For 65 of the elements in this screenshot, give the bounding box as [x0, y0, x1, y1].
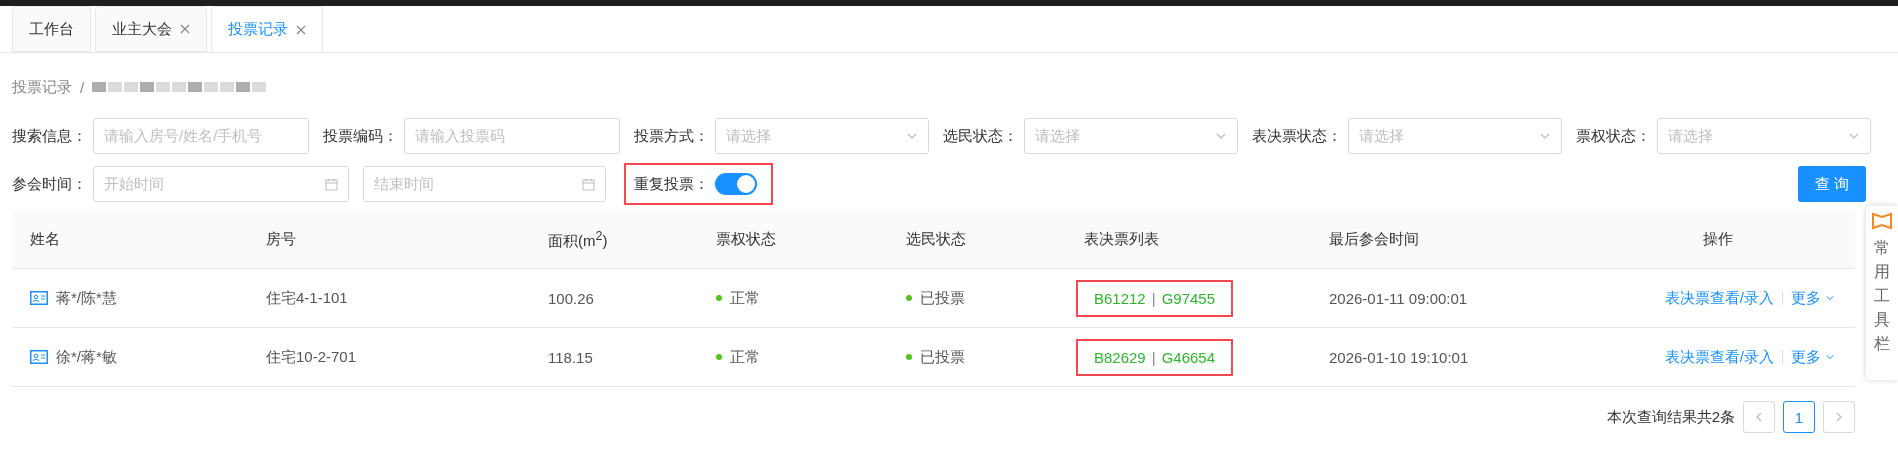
ticket-separator: | [1151, 289, 1156, 307]
result-count: 本次查询结果共2条 [1606, 407, 1735, 427]
ticket-separator: | [1151, 348, 1156, 366]
table-cell-text: 118.15 [547, 348, 594, 366]
tab[interactable]: 业主大会 [95, 6, 207, 52]
filter-label: 选民状态： [943, 126, 1018, 146]
column-header: 票权状态 [715, 230, 777, 249]
ticket-code: G46654 [1161, 348, 1215, 366]
breadcrumb-separator: / [80, 78, 85, 96]
end-date-field[interactable]: 结束时间 [363, 166, 606, 202]
ticket-code: B61212 [1094, 289, 1146, 307]
table-cell-text: 住宅4-1-101 [265, 288, 349, 308]
chevron-down-icon [1825, 293, 1835, 303]
id-card-icon [30, 291, 48, 305]
table-cell-text: 100.26 [547, 289, 595, 307]
filter-label: 投票方式： [634, 126, 709, 146]
table-cell-text: 2026-01-10 19:10:01 [1328, 348, 1470, 366]
more-dropdown-link[interactable]: 更多 [1791, 288, 1835, 308]
filter-label: 搜索信息： [12, 126, 87, 146]
column-header: 面积(m$^{2}$) [547, 228, 609, 251]
id-card-icon [30, 350, 48, 364]
select-field[interactable]: 请选择 [1348, 118, 1562, 154]
toggle-switch[interactable] [715, 173, 757, 195]
text-input-field[interactable]: 请输入房号/姓名/手机号 [93, 118, 309, 154]
status-text: 已投票 [920, 347, 965, 367]
calendar-icon [582, 177, 595, 191]
status-text: 正常 [730, 347, 760, 367]
filter-label: 票权状态： [1576, 126, 1651, 146]
chevron-down-icon [1825, 352, 1835, 362]
start-date-field[interactable]: 开始时间 [93, 166, 349, 202]
tab[interactable]: 工作台 [12, 6, 91, 52]
view-ballot-link[interactable]: 表决票查看/录入 [1664, 347, 1774, 367]
close-icon[interactable] [296, 24, 306, 35]
table-cell-text: 2026-01-11 09:00:01 [1328, 289, 1469, 307]
table-cell-text: 住宅10-2-701 [265, 347, 358, 367]
column-header: 姓名 [29, 230, 61, 249]
view-ballot-link[interactable]: 表决票查看/录入 [1664, 288, 1774, 308]
owner-name: 徐*/蒋*敏 [56, 347, 117, 367]
filter-label: 表决票状态： [1252, 126, 1342, 146]
status-text: 正常 [730, 288, 760, 308]
breadcrumb-item[interactable]: 投票记录 [12, 77, 72, 97]
ticket-code: G97455 [1161, 289, 1215, 307]
tab[interactable]: 投票记录 [211, 6, 323, 53]
text-input-field[interactable]: 请输入投票码 [404, 118, 620, 154]
select-field[interactable]: 请选择 [715, 118, 929, 154]
filter-label: 投票编码： [323, 126, 398, 146]
filter-label: 重复投票： [634, 174, 709, 194]
column-header: 最后参会时间 [1328, 230, 1420, 249]
column-header: 表决票列表 [1083, 230, 1160, 249]
status-text: 已投票 [920, 288, 965, 308]
book-icon [1872, 212, 1892, 230]
filter-label: 参会时间： [12, 174, 87, 194]
column-header: 操作 [1701, 230, 1734, 249]
page-button[interactable]: 1 [1783, 401, 1815, 433]
side-toolbar[interactable]: 常用工具栏 [1866, 206, 1898, 380]
more-dropdown-link[interactable]: 更多 [1791, 347, 1835, 367]
column-header: 房号 [265, 230, 297, 249]
close-icon[interactable] [180, 24, 190, 34]
select-field[interactable]: 请选择 [1024, 118, 1238, 154]
calendar-icon [325, 177, 338, 191]
query-button[interactable]: 查 询 [1798, 166, 1866, 202]
ticket-code: B82629 [1094, 348, 1146, 366]
column-header: 选民状态 [905, 230, 967, 249]
select-field[interactable]: 请选择 [1657, 118, 1871, 154]
owner-name: 蒋*/陈*慧 [56, 288, 117, 308]
